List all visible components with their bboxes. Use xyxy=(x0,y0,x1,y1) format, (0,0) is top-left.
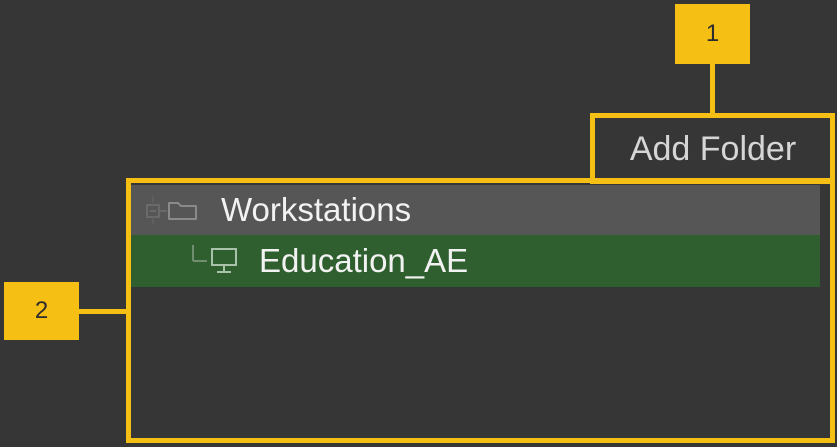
callout-badge-1: 1 xyxy=(675,4,750,64)
callout-connector-1 xyxy=(710,64,715,116)
screenshot-canvas: 1 2 Add Folder Workstations Education_AE xyxy=(0,0,837,447)
callout-connector-2 xyxy=(79,309,129,314)
callout-badge-2: 2 xyxy=(4,282,79,340)
add-folder-highlight xyxy=(590,113,835,184)
tree-panel-highlight xyxy=(126,178,835,443)
